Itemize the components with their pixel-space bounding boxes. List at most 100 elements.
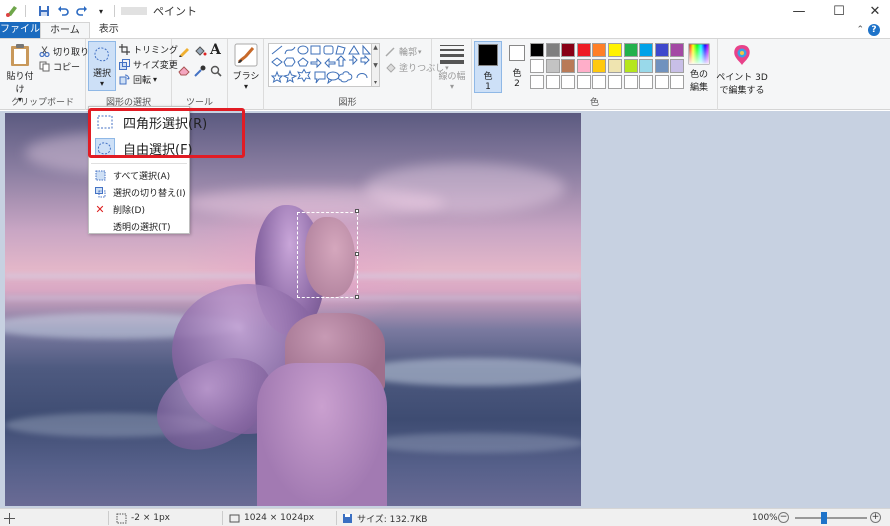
outline-button[interactable]: 輪郭 ▾ [384,45,422,58]
image-dimensions-icon [229,513,240,524]
text-tool-icon[interactable]: A [210,42,221,58]
image-dimensions-text: 1024 × 1024px [244,513,315,523]
selection-handle[interactable] [355,209,359,213]
edit-colors-icon [688,43,710,65]
delete-item[interactable]: ✕ 削除(D) [91,201,145,217]
crop-button[interactable]: トリミング [118,43,178,56]
color-swatch[interactable] [576,59,591,73]
color-swatch[interactable] [561,75,576,89]
color-swatch[interactable] [639,59,654,73]
help-icon[interactable]: ? [868,24,880,36]
customize-quick-access-icon[interactable]: ▾ [94,4,108,18]
fill-icon [384,62,396,74]
cursor-position-icon [4,509,19,526]
color-swatch[interactable] [639,43,654,57]
color-swatch[interactable] [670,75,685,89]
image-dimensions: 1024 × 1024px [229,509,314,526]
close-button[interactable]: ✕ [852,0,890,22]
tab-file[interactable]: ファイル [0,22,40,38]
collapse-ribbon-icon[interactable]: ⌃ [856,25,864,35]
color-swatch[interactable] [654,43,669,57]
size-button[interactable]: 線の幅 ▾ [436,43,468,91]
paint-app-icon [5,4,19,18]
shapes-gallery-scroll[interactable]: ▲ ▼ ▾ [372,43,380,87]
color-swatch[interactable] [608,43,622,57]
selection-handle[interactable] [355,252,359,256]
selection-size-icon [116,513,127,524]
color-swatch[interactable] [639,75,654,89]
shapes-gallery[interactable] [268,43,372,87]
color-swatch[interactable] [654,75,669,89]
color-swatch[interactable] [545,75,560,89]
zoom-in-button[interactable]: + [870,512,881,523]
save-icon[interactable] [37,4,51,18]
color-swatch[interactable] [592,59,607,73]
ribbon-tabs: ファイル ホーム 表示 ? ⌃ [0,22,890,38]
resize-button[interactable]: サイズ変更 [118,58,178,71]
zoom-out-button[interactable]: − [778,512,789,523]
undo-icon[interactable] [56,4,70,18]
rotate-button[interactable]: 回転 ▾ [118,73,157,86]
copy-button[interactable]: コピー [38,60,80,73]
zoom-slider-thumb[interactable] [821,512,827,524]
chevron-down-icon: ▾ [153,75,158,84]
color-swatch[interactable] [545,43,560,57]
selection-size: -2 × 1px [116,509,170,526]
paste-icon [11,44,29,66]
color-swatch[interactable] [576,75,591,89]
brushes-group: ブラシ ▾ [228,39,264,110]
fill-bucket-icon[interactable] [194,45,207,60]
status-bar: -2 × 1px 1024 × 1024px サイズ: 132.7KB 100%… [0,508,890,526]
color-swatch[interactable] [670,43,685,57]
color-swatch[interactable] [545,59,560,73]
color-picker-icon[interactable] [194,65,206,80]
expand-icon: ▾ [373,79,377,86]
paint3d-label-1: ペイント 3D [716,73,768,83]
color-swatch[interactable] [530,59,544,73]
select-all-item[interactable]: すべて選択(A) [91,167,170,183]
color-swatch[interactable] [561,59,576,73]
selection-handle[interactable] [355,295,359,299]
rotate-icon [118,74,130,86]
color-swatch[interactable] [623,75,638,89]
separator [222,511,223,525]
zoom-slider-track[interactable] [795,517,867,519]
brush-icon [234,43,258,67]
select-button[interactable]: 選択 ▾ [88,41,116,91]
color-swatch[interactable] [670,59,685,73]
color-swatch[interactable] [623,59,638,73]
color1-button[interactable]: 色 1 [474,41,502,93]
colors-group-label: 色 [589,98,599,108]
edit-with-paint3d-button[interactable]: ペイント 3D で編集する [716,43,768,96]
pencil-icon[interactable] [178,45,190,60]
redo-icon[interactable] [75,4,89,18]
edit-colors-button[interactable]: 色の 編集 [684,43,714,93]
separator [336,511,337,525]
color-swatch[interactable] [576,43,591,57]
color1-label: 色 [483,72,493,82]
brushes-button[interactable]: ブラシ ▾ [230,43,262,91]
color-swatch[interactable] [608,75,622,89]
cut-button[interactable]: 切り取り [38,45,89,58]
color-swatch[interactable] [530,43,544,57]
color-swatch[interactable] [608,59,622,73]
color-swatch[interactable] [623,43,638,57]
eraser-icon[interactable] [178,65,191,79]
chevron-down-icon: ▾ [418,47,422,56]
color-swatch[interactable] [530,75,544,89]
separator [25,5,26,17]
highlight-annotation [88,108,245,158]
tab-view[interactable]: 表示 [90,22,128,38]
magnifier-icon[interactable] [210,65,222,80]
color-swatch[interactable] [561,43,576,57]
tab-home[interactable]: ホーム [40,22,90,38]
transparent-selection-item[interactable]: 透明の選択(T) [91,218,171,234]
invert-selection-item[interactable]: 選択の切り替え(I) [91,184,186,200]
color2-number: 2 [514,79,520,89]
color-swatch[interactable] [592,43,607,57]
color-swatch[interactable] [592,75,607,89]
selection-rectangle[interactable] [297,212,358,298]
color-swatch[interactable] [654,59,669,73]
color2-button[interactable]: 色 2 [504,45,530,89]
menu-divider [91,163,187,164]
